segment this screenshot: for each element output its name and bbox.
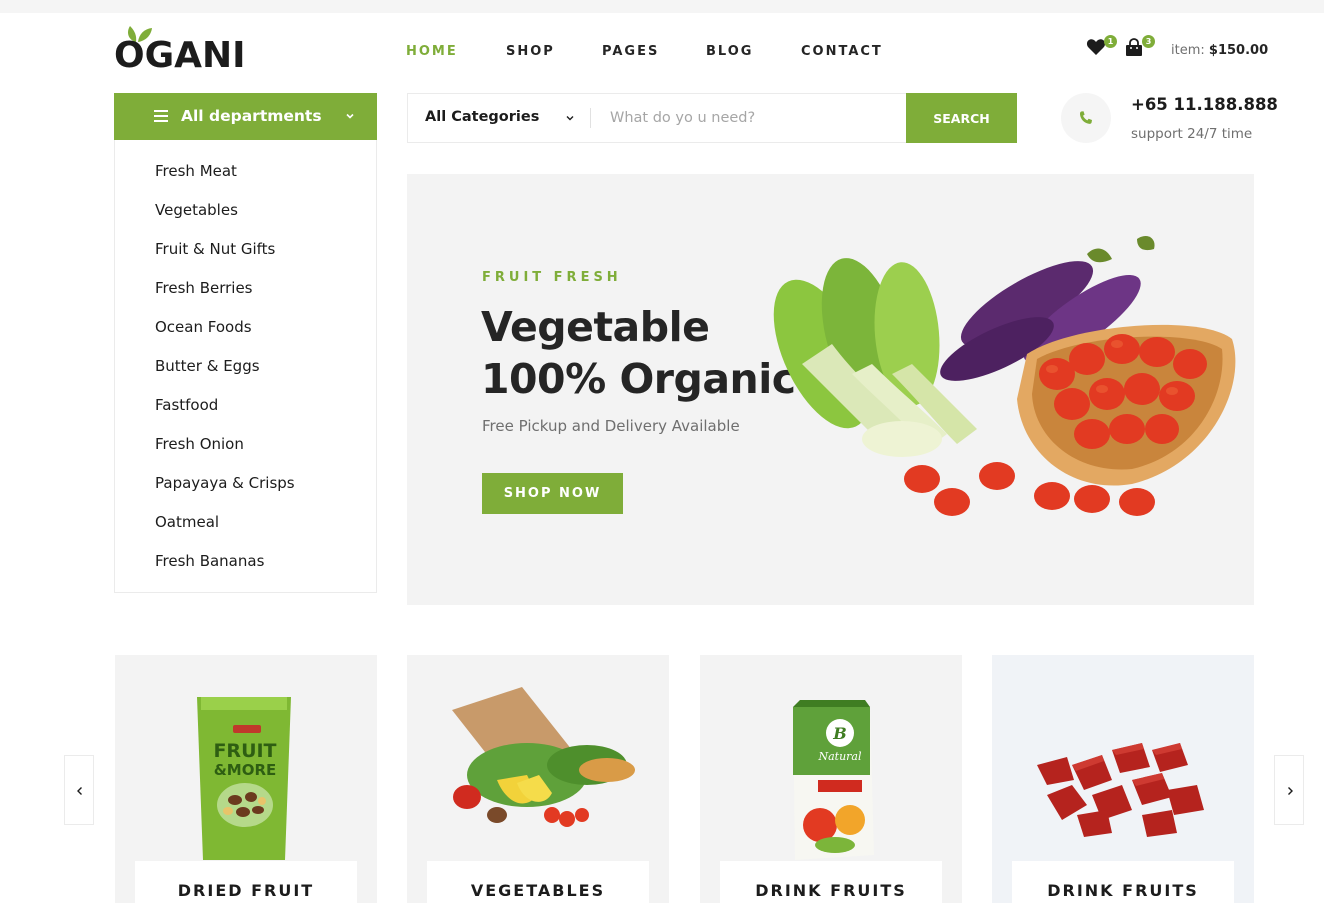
hero-kicker: FRUIT FRESH [482, 270, 622, 285]
chevron-right-icon [1288, 787, 1293, 795]
carousel-prev-button[interactable] [64, 755, 94, 825]
department-item[interactable]: Fruit & Nut Gifts [115, 238, 376, 277]
top-strip [0, 0, 1324, 13]
category-card-drink-fruits[interactable]: B Natural DRINK FRUITS [700, 655, 962, 903]
category-label-box: VEGETABLES [427, 861, 649, 903]
fruit-and-more-bag-image: FRUIT &MORE [197, 697, 291, 860]
header-cart-area: 1 3 item: $150.00 [1086, 34, 1268, 64]
search-divider [590, 108, 591, 128]
search-button[interactable]: SEARCH [906, 93, 1017, 143]
department-item[interactable]: Fresh Berries [115, 277, 376, 316]
logo[interactable]: OGANI [114, 24, 246, 76]
category-label-box: DRINK FRUITS [1012, 861, 1234, 903]
nav-shop[interactable]: SHOP [506, 44, 555, 59]
category-card-vegetables[interactable]: VEGETABLES [407, 655, 669, 903]
cart-total: item: $150.00 [1171, 43, 1268, 58]
category-label-box: DRIED FRUIT [135, 861, 357, 903]
departments-title: All departments [181, 107, 322, 125]
all-departments-toggle[interactable]: All departments [114, 93, 377, 140]
search-bar: All Categories SEARCH [407, 93, 1017, 143]
category-label: DRINK FRUITS [755, 881, 907, 900]
menu-icon [154, 110, 168, 122]
category-select[interactable]: All Categories [425, 109, 539, 125]
phone-icon-circle [1061, 93, 1111, 143]
cart-button[interactable]: 3 [1124, 35, 1155, 60]
hero-banner: FRUIT FRESH Vegetable 100% Organic Free … [407, 174, 1254, 605]
svg-text:FRUIT: FRUIT [213, 740, 276, 762]
department-item[interactable]: Papayaya & Crisps [115, 472, 376, 511]
category-label: VEGETABLES [470, 881, 606, 900]
shop-now-button[interactable]: SHOP NOW [482, 473, 623, 514]
nav-contact[interactable]: CONTACT [801, 44, 883, 59]
search-input[interactable] [598, 102, 898, 134]
chevron-down-icon [346, 113, 354, 119]
cart-total-label: item: [1171, 43, 1205, 58]
cart-count-badge: 3 [1142, 35, 1155, 48]
category-label-box: DRINK FRUITS [720, 861, 942, 903]
wishlist-button[interactable]: 1 [1086, 35, 1117, 60]
hero-subtitle: Free Pickup and Delivery Available [482, 417, 740, 435]
nav-blog[interactable]: BLOG [706, 44, 753, 59]
category-card-dried-fruit[interactable]: FRUIT &MORE DRIED FRUIT [115, 655, 377, 903]
svg-text:Natural: Natural [817, 750, 862, 763]
vegetables-hero-image [773, 235, 1236, 516]
cart-total-value: $150.00 [1208, 43, 1269, 58]
department-item[interactable]: Fresh Onion [115, 433, 376, 472]
departments-list: Fresh Meat Vegetables Fruit & Nut Gifts … [114, 140, 377, 593]
department-item[interactable]: Ocean Foods [115, 316, 376, 355]
department-item[interactable]: Fastfood [115, 394, 376, 433]
shopping-bag-icon [1126, 38, 1142, 56]
logo-text: OGANI [114, 35, 246, 76]
svg-text:&MORE: &MORE [214, 761, 277, 779]
department-item[interactable]: Fresh Bananas [115, 550, 376, 589]
chevron-left-icon [77, 787, 82, 795]
department-item[interactable]: Oatmeal [115, 511, 376, 550]
nav-pages[interactable]: PAGES [602, 44, 659, 59]
category-card-drink-fruits-2[interactable]: DRINK FRUITS [992, 655, 1254, 903]
nav-home[interactable]: HOME [406, 44, 458, 59]
grocery-bag-image [452, 687, 635, 827]
department-item[interactable]: Butter & Eggs [115, 355, 376, 394]
contact-support-text: support 24/7 time [1131, 126, 1253, 142]
department-item[interactable]: Fresh Meat [115, 160, 376, 199]
wishlist-count-badge: 1 [1104, 35, 1117, 48]
department-item[interactable]: Vegetables [115, 199, 376, 238]
heart-icon [1086, 39, 1106, 55]
phone-icon [1079, 111, 1092, 124]
chevron-down-icon[interactable] [565, 113, 575, 123]
carousel-next-button[interactable] [1274, 755, 1304, 825]
category-label: DRIED FRUIT [177, 881, 315, 900]
contact-phone: +65 11.188.888 [1131, 95, 1278, 114]
juice-carton-image: B Natural [793, 700, 874, 860]
meat-cubes-image [1037, 743, 1204, 837]
svg-text:B: B [832, 724, 847, 743]
category-label: DRINK FRUITS [1047, 881, 1199, 900]
